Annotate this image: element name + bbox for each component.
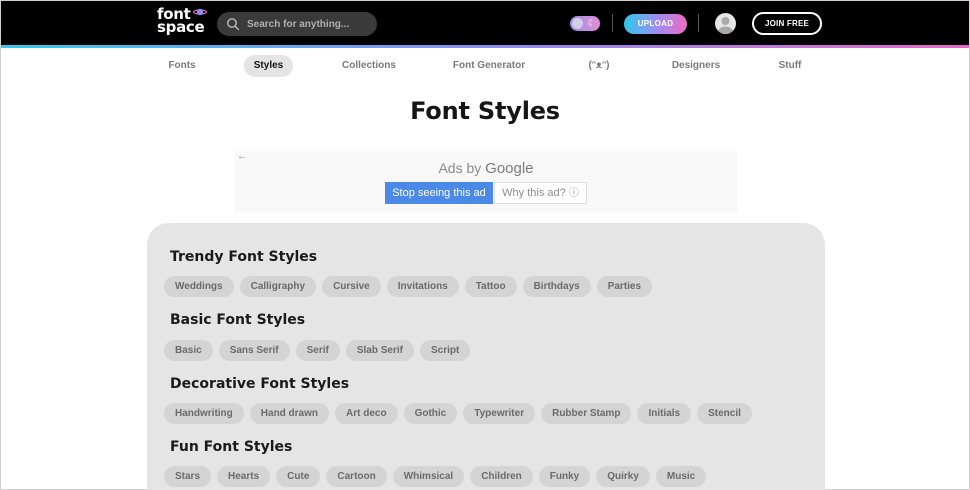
fontspace-logo[interactable]: font space	[157, 7, 213, 38]
style-chip[interactable]: Invitations	[386, 276, 459, 297]
style-chip[interactable]: Whimsical	[392, 466, 465, 487]
logo-text-line2: space	[157, 18, 205, 36]
user-icon	[718, 17, 733, 34]
style-chip[interactable]: Cursive	[322, 276, 381, 297]
chip-row-basic: Basic Sans Serif Serif Slab Serif Script	[164, 340, 471, 361]
search-icon	[227, 18, 240, 31]
join-free-button[interactable]: JOIN FREE	[752, 12, 822, 35]
style-chip[interactable]: Funky	[538, 466, 591, 487]
chip-row-trendy: Weddings Calligraphy Cursive Invitations…	[164, 276, 653, 297]
toggle-knob	[572, 18, 583, 29]
upload-button[interactable]: UPLOAD	[624, 14, 687, 34]
section-title-decorative: Decorative Font Styles	[170, 376, 350, 392]
header-divider	[612, 14, 613, 32]
theme-toggle[interactable]: ☾	[570, 16, 600, 31]
style-chip[interactable]: Parties	[596, 276, 653, 297]
style-chip[interactable]: Stars	[164, 466, 212, 487]
ads-by-text: Ads by	[438, 160, 482, 176]
style-chip[interactable]: Basic	[164, 340, 213, 361]
page-title: Font Styles	[410, 97, 560, 125]
google-text: Google	[485, 160, 534, 177]
why-this-ad-button[interactable]: Why this ad? ⓘ	[494, 182, 587, 204]
style-chip[interactable]: Weddings	[164, 276, 234, 297]
planet-icon	[193, 8, 207, 16]
info-icon: ⓘ	[568, 188, 579, 199]
style-chip[interactable]: Tattoo	[464, 276, 517, 297]
search-bar[interactable]	[217, 12, 377, 36]
style-chip[interactable]: Art deco	[335, 403, 398, 424]
nav-item-fonts[interactable]: Fonts	[159, 55, 205, 77]
stop-seeing-ad-button[interactable]: Stop seeing this ad	[385, 182, 493, 204]
style-chip[interactable]: Quirky	[596, 466, 650, 487]
header-divider	[698, 14, 699, 32]
style-chip[interactable]: Gothic	[403, 403, 458, 424]
section-title-fun: Fun Font Styles	[170, 439, 293, 455]
moon-icon: ☾	[587, 18, 596, 28]
chip-row-fun: Stars Hearts Cute Cartoon Whimsical Chil…	[164, 466, 707, 487]
nav-item-styles[interactable]: Styles	[244, 55, 293, 77]
style-chip[interactable]: Handwriting	[164, 403, 244, 424]
avatar[interactable]	[715, 13, 736, 34]
style-chip[interactable]: Rubber Stamp	[541, 403, 632, 424]
ads-by-google-label: Ads by Google	[235, 160, 737, 177]
search-input[interactable]	[247, 15, 369, 33]
nav-item-stuff[interactable]: Stuff	[771, 55, 809, 77]
nav-item-font-generator[interactable]: Font Generator	[446, 55, 532, 77]
section-title-basic: Basic Font Styles	[170, 312, 306, 328]
why-this-ad-label: Why this ad?	[502, 187, 566, 199]
style-chip[interactable]: Initials	[637, 403, 692, 424]
style-chip[interactable]: Stencil	[697, 403, 752, 424]
header-gradient-line	[1, 45, 969, 48]
style-chip[interactable]: Sans Serif	[218, 340, 290, 361]
font-styles-panel: Trendy Font Styles Weddings Calligraphy …	[147, 223, 825, 490]
style-chip[interactable]: Music	[655, 466, 707, 487]
chip-row-decorative: Handwriting Hand drawn Art deco Gothic T…	[164, 403, 752, 424]
style-chip[interactable]: Calligraphy	[239, 276, 317, 297]
style-chip[interactable]: Cartoon	[326, 466, 387, 487]
style-chip[interactable]: Hearts	[217, 466, 271, 487]
ad-container: ← Ads by Google Stop seeing this ad Why …	[235, 151, 737, 213]
nav-item-collections[interactable]: Collections	[335, 55, 403, 77]
main-nav: Fonts Styles Collections Font Generator …	[1, 53, 969, 79]
section-title-trendy: Trendy Font Styles	[170, 249, 318, 265]
style-chip[interactable]: Birthdays	[522, 276, 591, 297]
style-chip[interactable]: Slab Serif	[345, 340, 414, 361]
nav-item-designers[interactable]: Designers	[665, 55, 727, 77]
style-chip[interactable]: Cute	[276, 466, 321, 487]
style-chip[interactable]: Typewriter	[463, 403, 536, 424]
style-chip[interactable]: Serif	[295, 340, 340, 361]
nav-item-emoticon[interactable]: (ᵔᴥᵔ)	[579, 55, 619, 77]
style-chip[interactable]: Hand drawn	[249, 403, 330, 424]
style-chip[interactable]: Children	[470, 466, 533, 487]
site-header: font space ☾ UPLOAD JOIN FREE	[1, 1, 969, 45]
style-chip[interactable]: Script	[419, 340, 471, 361]
